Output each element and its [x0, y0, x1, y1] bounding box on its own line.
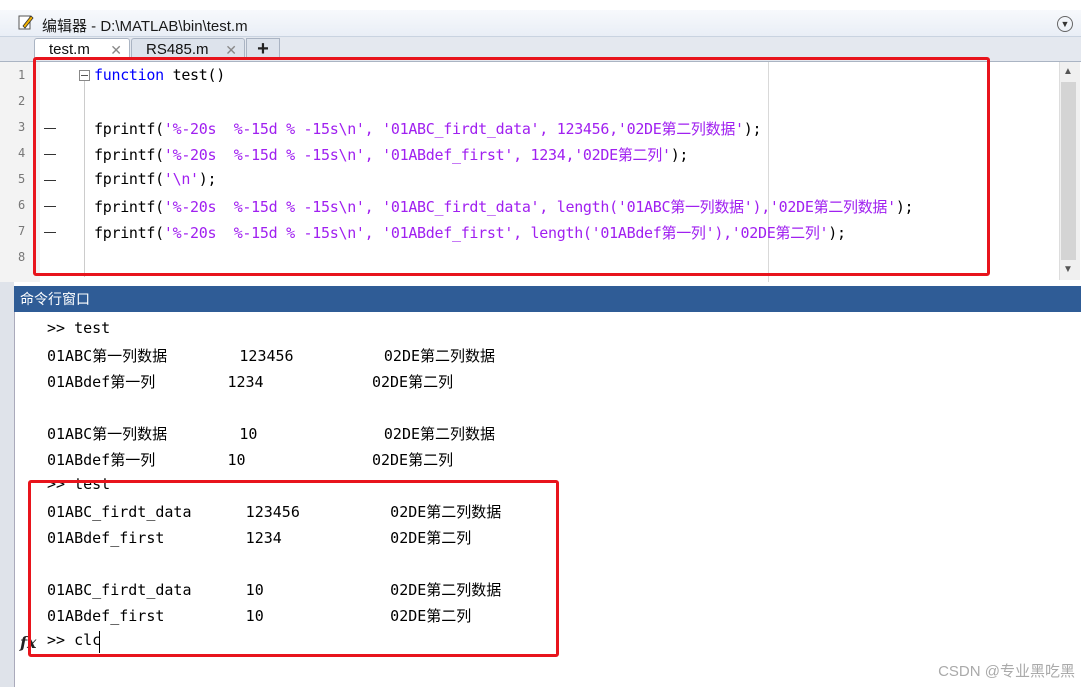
editor-titlebar: 编辑器 - D:\MATLAB\bin\test.m ▼: [0, 10, 1081, 37]
cmd-line: >> test: [47, 319, 111, 337]
cmd-line: 01ABdef第一列 10 02DE第二列: [47, 451, 454, 469]
editor-actions-chevron-icon[interactable]: ▼: [1057, 16, 1073, 32]
scroll-down-icon[interactable]: ▼: [1063, 264, 1073, 275]
scrollbar-thumb[interactable]: [1061, 82, 1076, 260]
tab-label: test.m: [49, 41, 90, 58]
command-window-header: 命令行窗口: [14, 286, 1081, 312]
cmd-line: 01ABdef第一列 1234 02DE第二列: [47, 373, 454, 391]
left-dock-strip: [0, 282, 14, 687]
command-window-title: 命令行窗口: [20, 291, 90, 307]
cmd-line: 01ABC第一列数据 10 02DE第二列数据: [47, 425, 496, 443]
highlight-box-output: [28, 480, 559, 657]
editor-pencil-icon: [18, 15, 34, 30]
editor-title: 编辑器 - D:\MATLAB\bin\test.m: [42, 18, 248, 35]
watermark: CSDN @专业黑吃黑: [938, 663, 1075, 680]
cmd-line: 01ABC第一列数据 123456 02DE第二列数据: [47, 347, 496, 365]
highlight-box-editor: [33, 57, 990, 276]
scroll-up-icon[interactable]: ▲: [1063, 66, 1073, 77]
tab-label: RS485.m: [146, 41, 209, 58]
